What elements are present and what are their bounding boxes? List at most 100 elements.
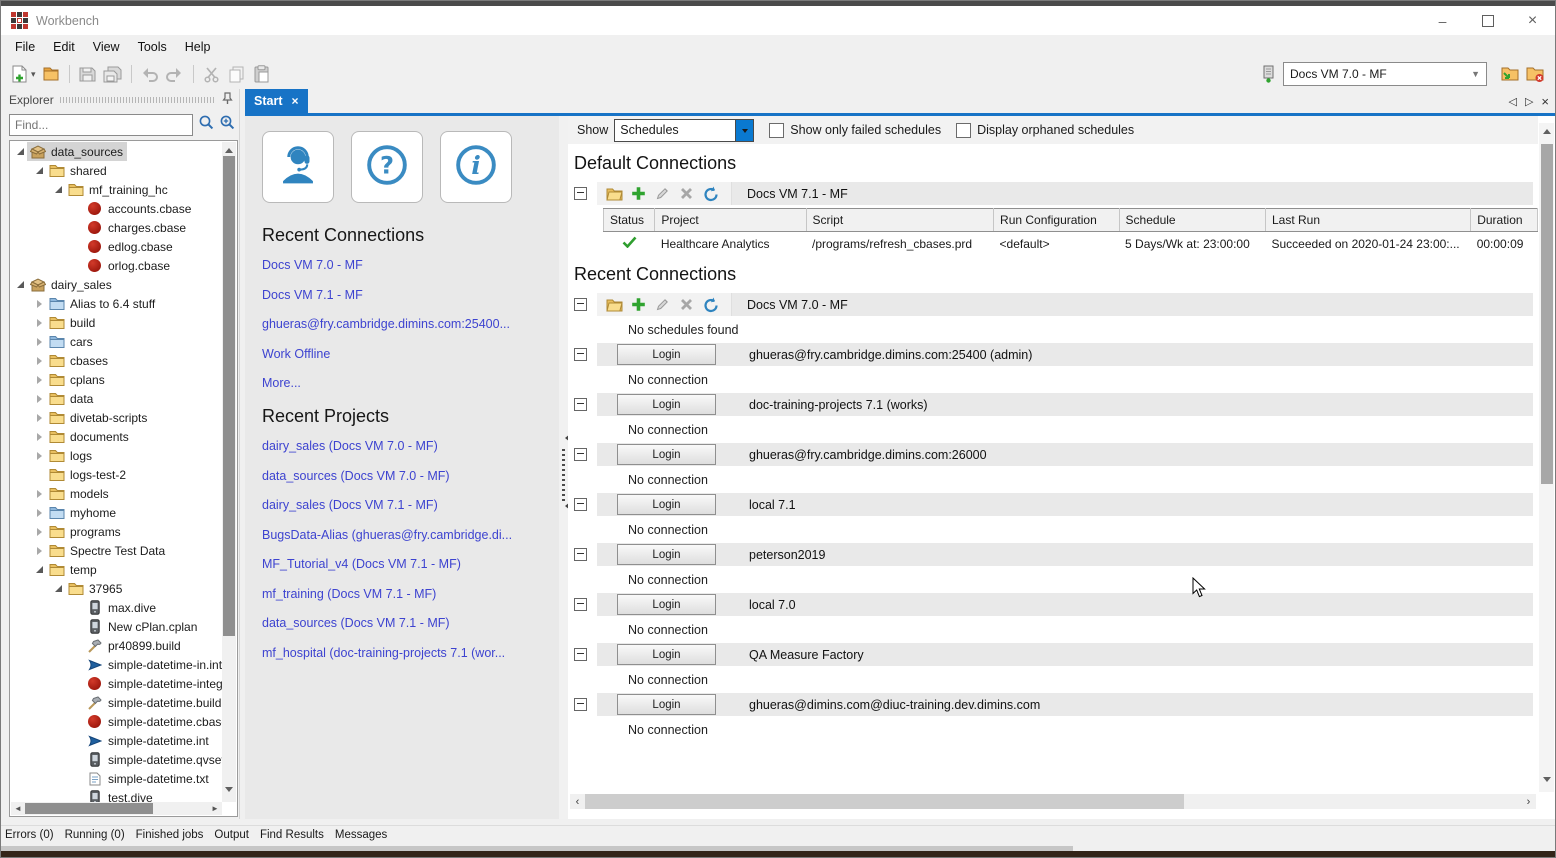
recent-project-link[interactable]: dairy_sales (Docs VM 7.1 - MF) xyxy=(262,498,438,512)
tree-collapse-arrow-icon[interactable] xyxy=(51,584,65,593)
cut-icon[interactable] xyxy=(202,64,222,84)
tree-expand-arrow-icon[interactable] xyxy=(32,414,46,422)
collapse-box[interactable] xyxy=(574,398,587,411)
tree-item[interactable]: data xyxy=(10,389,222,408)
tree-expand-arrow-icon[interactable] xyxy=(32,395,46,403)
tree-collapse-arrow-icon[interactable] xyxy=(32,565,46,574)
recent-connection-link[interactable]: More... xyxy=(262,376,301,390)
start-schedules-splitter[interactable] xyxy=(559,116,568,819)
tree-collapse-arrow-icon[interactable] xyxy=(32,166,46,175)
tree-item[interactable]: charges.cbase xyxy=(10,218,222,237)
find-input[interactable] xyxy=(9,114,193,136)
orphaned-schedules-checkbox[interactable] xyxy=(956,123,971,138)
copy-icon[interactable] xyxy=(227,64,247,84)
column-header-status[interactable]: Status xyxy=(604,209,655,232)
collapse-box[interactable] xyxy=(574,498,587,511)
tree-item[interactable]: logs-test-2 xyxy=(10,465,222,484)
maximize-button[interactable] xyxy=(1465,6,1510,35)
tree-item[interactable]: models xyxy=(10,484,222,503)
add-icon[interactable] xyxy=(630,185,647,202)
tree-item[interactable]: New cPlan.cplan xyxy=(10,617,222,636)
tree-item[interactable]: simple-datetime.txt xyxy=(10,769,222,788)
tree-item[interactable]: pr40899.build xyxy=(10,636,222,655)
collapse-box[interactable] xyxy=(574,648,587,661)
schedules-vertical-scrollbar[interactable] xyxy=(1539,123,1554,792)
login-button[interactable]: Login xyxy=(617,644,716,665)
tab-start[interactable]: Start × xyxy=(245,89,308,113)
delete-icon[interactable] xyxy=(678,296,695,313)
edit-icon[interactable] xyxy=(654,185,671,202)
open-folder-icon[interactable] xyxy=(606,185,623,202)
menu-help[interactable]: Help xyxy=(177,37,219,57)
refresh-icon[interactable] xyxy=(702,296,719,313)
login-button[interactable]: Login xyxy=(617,444,716,465)
search-icon[interactable] xyxy=(198,114,214,135)
open-folder-icon[interactable] xyxy=(41,64,61,84)
open-folder-icon[interactable] xyxy=(606,296,623,313)
tree-item[interactable]: simple-datetime.qvset xyxy=(10,750,222,769)
tree-expand-arrow-icon[interactable] xyxy=(32,547,46,555)
recent-connection-link[interactable]: Docs VM 7.1 - MF xyxy=(262,288,363,302)
tree-item[interactable]: cbases xyxy=(10,351,222,370)
tree-item[interactable]: build xyxy=(10,313,222,332)
column-header-script[interactable]: Script xyxy=(806,209,994,232)
close-project-folder-icon[interactable] xyxy=(1525,64,1545,84)
tree-item[interactable]: Alias to 6.4 stuff xyxy=(10,294,222,313)
refresh-icon[interactable] xyxy=(702,185,719,202)
tree-expand-arrow-icon[interactable] xyxy=(32,338,46,346)
tree-expand-arrow-icon[interactable] xyxy=(32,433,46,441)
info-button[interactable]: i xyxy=(440,131,512,203)
collapse-box[interactable] xyxy=(574,187,587,200)
collapse-box[interactable] xyxy=(574,448,587,461)
tree-item[interactable]: orlog.cbase xyxy=(10,256,222,275)
close-button[interactable]: × xyxy=(1510,6,1555,35)
open-project-folder-icon[interactable] xyxy=(1500,64,1520,84)
tree-horizontal-scrollbar[interactable]: ◄ ► xyxy=(11,802,222,815)
new-document-icon[interactable] xyxy=(9,64,29,84)
login-button[interactable]: Login xyxy=(617,394,716,415)
next-tab-arrow-icon[interactable]: ▷ xyxy=(1525,95,1533,108)
recent-project-link[interactable]: data_sources (Docs VM 7.0 - MF) xyxy=(262,469,450,483)
tree-item[interactable]: programs xyxy=(10,522,222,541)
tree-item[interactable]: 37965 xyxy=(10,579,222,598)
login-button[interactable]: Login xyxy=(617,344,716,365)
collapse-box[interactable] xyxy=(574,348,587,361)
tree-item[interactable]: dairy_sales xyxy=(10,275,222,294)
tree-item[interactable]: Spectre Test Data xyxy=(10,541,222,560)
login-button[interactable]: Login xyxy=(617,594,716,615)
tree-vertical-scrollbar[interactable] xyxy=(222,142,236,802)
show-dropdown[interactable]: Schedules xyxy=(614,119,754,142)
minimize-button[interactable]: – xyxy=(1420,6,1465,35)
tree-item[interactable]: myhome xyxy=(10,503,222,522)
tree-item[interactable]: simple-datetime.int xyxy=(10,731,222,750)
paste-icon[interactable] xyxy=(252,64,272,84)
tree-item[interactable]: divetab-scripts xyxy=(10,408,222,427)
tree-item[interactable]: simple-datetime-integ.c xyxy=(10,674,222,693)
login-button[interactable]: Login xyxy=(617,694,716,715)
column-header-project[interactable]: Project xyxy=(655,209,806,232)
schedules-horizontal-scrollbar[interactable]: ‹ › xyxy=(570,794,1536,809)
tree-item[interactable]: mf_training_hc xyxy=(10,180,222,199)
column-header-last-run[interactable]: Last Run xyxy=(1266,209,1471,232)
tree-expand-arrow-icon[interactable] xyxy=(32,357,46,365)
help-button[interactable]: ? xyxy=(351,131,423,203)
recent-connection-link[interactable]: Docs VM 7.0 - MF xyxy=(262,258,363,272)
column-header-run-configuration[interactable]: Run Configuration xyxy=(994,209,1120,232)
tree-item[interactable]: simple-datetime-in.int xyxy=(10,655,222,674)
tree-item[interactable]: test.dive xyxy=(10,788,222,802)
connection-combo[interactable]: Docs VM 7.0 - MF ▼ xyxy=(1283,62,1487,86)
new-dropdown-caret-icon[interactable]: ▾ xyxy=(31,69,36,80)
recent-project-link[interactable]: mf_training (Docs VM 7.1 - MF) xyxy=(262,587,436,601)
tree-item[interactable]: cplans xyxy=(10,370,222,389)
tree-collapse-arrow-icon[interactable] xyxy=(13,280,27,289)
column-header-schedule[interactable]: Schedule xyxy=(1119,209,1265,232)
prev-tab-arrow-icon[interactable]: ◁ xyxy=(1508,95,1516,108)
menu-view[interactable]: View xyxy=(85,37,128,57)
menu-tools[interactable]: Tools xyxy=(130,37,175,57)
add-icon[interactable] xyxy=(630,296,647,313)
edit-icon[interactable] xyxy=(654,296,671,313)
tree-collapse-arrow-icon[interactable] xyxy=(13,147,27,156)
tree-item[interactable]: simple-datetime.cbase xyxy=(10,712,222,731)
recent-project-link[interactable]: mf_hospital (doc-training-projects 7.1 (… xyxy=(262,646,505,660)
recent-project-link[interactable]: MF_Tutorial_v4 (Docs VM 7.1 - MF) xyxy=(262,557,461,571)
